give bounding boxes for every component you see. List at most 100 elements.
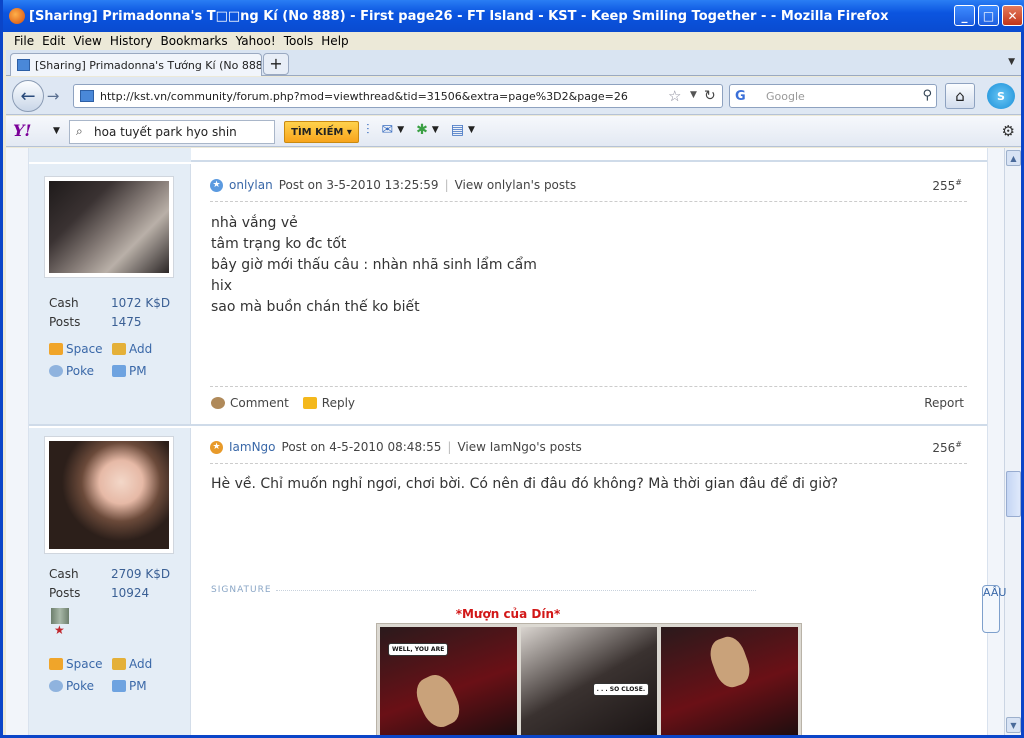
vertical-scrollbar[interactable]: ▲ ▼ — [1004, 148, 1021, 735]
reply-label: Reply — [321, 396, 356, 410]
tab-active[interactable]: [Sharing] Primadonna's Tướng Kí (No 888)… — [10, 53, 262, 76]
pm-link[interactable]: PM — [112, 675, 175, 697]
posts-count[interactable]: 10924 — [111, 584, 149, 603]
mail-dropdown-icon[interactable]: ▼ — [397, 125, 404, 135]
post-author[interactable]: IamNgo — [229, 440, 276, 454]
home-icon — [49, 343, 63, 355]
url-text: http://kst.vn/community/forum.php?mod=vi… — [100, 89, 628, 103]
search-icon: ⌕ — [76, 124, 83, 138]
envelope-icon — [112, 680, 126, 692]
menu-help[interactable]: Help — [320, 32, 355, 50]
page-viewport: Cash 1072 K$D Posts 1475 Space Add Poke PM… — [6, 148, 1004, 735]
yahoo-search-input[interactable]: ⌕ hoa tuyết park hyo shin — [69, 120, 275, 144]
menu-file[interactable]: File — [13, 32, 41, 50]
space-link[interactable]: Space — [49, 338, 112, 360]
news-icon[interactable]: ▤ — [451, 122, 464, 138]
close-button[interactable]: ✕ — [1002, 5, 1023, 26]
mail-icon[interactable]: ✉ — [382, 122, 394, 138]
avatar-image — [49, 181, 169, 273]
post-author[interactable]: onlylan — [229, 178, 273, 192]
view-posts-link[interactable]: View IamNgo's posts — [457, 440, 581, 454]
post-number-sup: # — [955, 440, 962, 449]
tab-list-chevron-icon[interactable]: ▼ — [1008, 57, 1015, 67]
pm-link[interactable]: PM — [112, 360, 175, 382]
yahoo-query: hoa tuyết park hyo shin — [94, 125, 237, 139]
scroll-thumb[interactable] — [1006, 471, 1021, 517]
menu-yahoo[interactable]: Yahoo! — [235, 32, 283, 50]
content-line: nhà vắng vẻ — [211, 215, 298, 231]
back-button[interactable]: ← — [12, 80, 44, 112]
tab-bar: [Sharing] Primadonna's Tướng Kí (No 888)… — [6, 50, 1021, 76]
header-divider — [210, 463, 967, 464]
posts-label: Posts — [49, 586, 81, 600]
content-line: bây giờ mới thấu câu : nhàn nhã sinh lẩm… — [211, 257, 537, 273]
posts-label: Posts — [49, 315, 81, 329]
answers-icon[interactable]: ✱ — [416, 122, 428, 138]
content-line: hix — [211, 278, 233, 294]
post-255: Cash 1072 K$D Posts 1475 Space Add Poke PM… — [29, 164, 987, 426]
pm-label: PM — [129, 679, 147, 693]
reload-icon[interactable]: ↻ — [704, 88, 716, 104]
profile-links: Space Add Poke PM — [49, 338, 175, 382]
poke-icon — [49, 365, 63, 377]
post-number[interactable]: 256# — [932, 440, 962, 455]
post-number[interactable]: 255# — [932, 178, 962, 193]
scroll-down-arrow-icon[interactable]: ▼ — [1006, 717, 1021, 733]
menu-bookmarks[interactable]: Bookmarks — [160, 32, 235, 50]
reply-button[interactable]: Reply — [302, 396, 356, 410]
menu-view[interactable]: View — [72, 32, 108, 50]
previous-post-tail — [29, 148, 987, 162]
avatar[interactable] — [44, 436, 174, 554]
poke-link[interactable]: Poke — [49, 360, 112, 382]
maximize-button[interactable]: □ — [978, 5, 999, 26]
handshake-icon — [112, 658, 126, 670]
poke-link[interactable]: Poke — [49, 675, 112, 697]
comic-speech-bubble: . . . SO CLOSE. — [592, 683, 650, 696]
minimize-button[interactable]: _ — [954, 5, 975, 26]
tab-label: [Sharing] Primadonna's Tướng Kí (No 888)… — [35, 58, 261, 72]
author-stats: Cash 2709 K$D Posts 10924 — [49, 565, 170, 603]
url-bar[interactable]: http://kst.vn/community/forum.php?mod=vi… — [73, 84, 723, 108]
online-star-icon: ★ — [210, 178, 223, 192]
yahoo-logo[interactable]: Y! — [13, 121, 31, 140]
envelope-icon — [112, 365, 126, 377]
forward-button[interactable]: → — [42, 86, 64, 106]
content-line: tâm trạng ko đc tốt — [211, 236, 347, 252]
search-icon[interactable]: ⚲ — [922, 88, 932, 103]
cash-label: Cash — [49, 567, 79, 581]
url-dropdown-icon[interactable]: ▼ — [690, 90, 697, 100]
search-box[interactable]: G Google ⚲ — [729, 84, 937, 108]
back-to-top-widget[interactable]: AÂU — [982, 585, 1006, 633]
post-date: Post on 3-5-2010 13:25:59 — [278, 178, 439, 192]
menu-tools[interactable]: Tools — [283, 32, 321, 50]
posts-count[interactable]: 1475 — [111, 313, 142, 332]
add-friend-link[interactable]: Add — [112, 653, 175, 675]
menu-history[interactable]: History — [109, 32, 160, 50]
answers-dropdown-icon[interactable]: ▼ — [432, 125, 439, 135]
bookmark-star-icon[interactable]: ☆ — [668, 87, 681, 105]
space-link[interactable]: Space — [49, 653, 112, 675]
report-link[interactable]: Report — [924, 396, 964, 410]
comic-panel — [661, 627, 799, 735]
comment-button[interactable]: Comment — [211, 396, 289, 410]
comic-panel: . . . SO CLOSE. — [520, 627, 658, 735]
avatar[interactable] — [44, 176, 174, 278]
author-stats: Cash 1072 K$D Posts 1475 — [49, 294, 170, 332]
news-dropdown-icon[interactable]: ▼ — [468, 125, 475, 135]
google-icon: G — [735, 89, 746, 104]
guitar-shape — [410, 669, 466, 733]
home-button[interactable]: ⌂ — [945, 83, 975, 109]
view-posts-link[interactable]: View onlylan's posts — [455, 178, 577, 192]
separator: | — [444, 178, 449, 192]
post-date: Post on 4-5-2010 08:48:55 — [281, 440, 442, 454]
new-tab-button[interactable]: + — [263, 53, 289, 75]
post-number-value: 256 — [932, 441, 956, 455]
gear-icon[interactable]: ⚙ — [1002, 122, 1015, 140]
yahoo-search-button[interactable]: TÌM KIẾM ▾ — [284, 121, 359, 143]
scroll-up-arrow-icon[interactable]: ▲ — [1006, 150, 1021, 166]
menu-edit[interactable]: Edit — [41, 32, 72, 50]
yahoo-dropdown-icon[interactable]: ▼ — [53, 126, 60, 136]
highlighter-icon[interactable]: ⫶ — [366, 122, 370, 138]
add-friend-link[interactable]: Add — [112, 338, 175, 360]
skype-icon[interactable]: S — [987, 83, 1015, 109]
